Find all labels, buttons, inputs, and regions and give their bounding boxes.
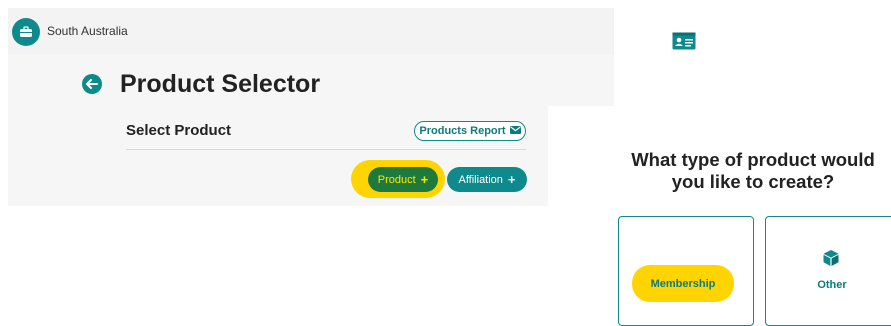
- membership-label: Membership: [650, 278, 716, 290]
- products-report-label: Products Report: [419, 125, 506, 137]
- select-product-title: Select Product: [126, 122, 232, 139]
- add-affiliation-button[interactable]: Affiliation +: [447, 167, 527, 192]
- id-card-icon: [672, 32, 696, 50]
- add-product-button[interactable]: Product +: [368, 167, 438, 192]
- plus-icon: +: [507, 172, 516, 187]
- affiliation-button-label: Affiliation: [458, 173, 503, 186]
- briefcase-icon[interactable]: [12, 18, 40, 46]
- products-report-button[interactable]: Products Report: [414, 121, 526, 141]
- envelope-icon: [509, 125, 521, 137]
- plus-icon: +: [420, 172, 429, 187]
- box-icon: [822, 249, 840, 267]
- other-label: Other: [817, 279, 847, 291]
- page-title: Product Selector: [120, 70, 321, 98]
- create-question: What type of product would you like to c…: [631, 149, 875, 192]
- product-button-label: Product: [377, 173, 416, 186]
- divider: [126, 149, 526, 150]
- other-option[interactable]: [765, 216, 891, 326]
- arrow-left-icon[interactable]: [82, 74, 102, 94]
- organization-name[interactable]: South Australia: [47, 24, 128, 38]
